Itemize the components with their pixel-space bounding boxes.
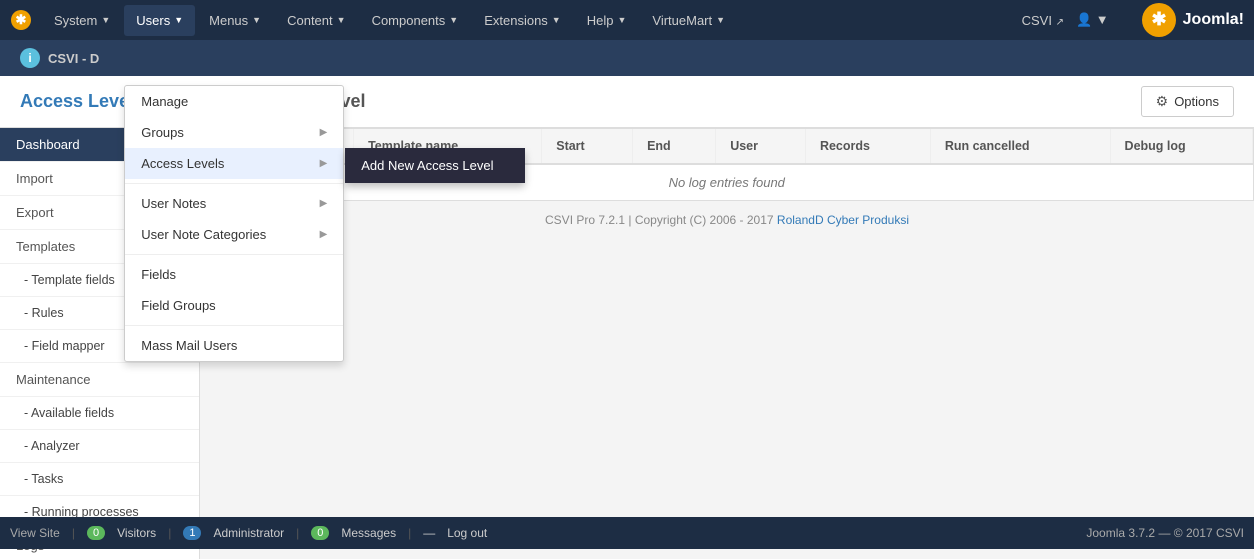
admin-badge: 1	[183, 526, 201, 540]
info-icon: i	[20, 48, 40, 68]
csvi-app-name: CSVI - D	[48, 51, 99, 66]
col-end: End	[633, 129, 716, 164]
admin-label: Administrator	[213, 526, 284, 540]
csvi-info-bar: i CSVI - D	[0, 40, 1254, 76]
csvi-link[interactable]: CSVI ↗	[1022, 13, 1064, 28]
nav-item-help[interactable]: Help ▼	[575, 5, 639, 36]
user-note-categories-arrow-icon: ▶	[320, 229, 328, 240]
nav-item-components[interactable]: Components ▼	[360, 5, 471, 36]
messages-badge: 0	[311, 526, 329, 540]
menu-item-access-levels[interactable]: Access Levels ▶ Add New Access Level	[125, 148, 343, 179]
nav-item-virtuemart[interactable]: VirtueMart ▼	[640, 5, 737, 36]
logout-link[interactable]: Log out	[447, 526, 487, 540]
col-records: Records	[805, 129, 930, 164]
extensions-caret-icon: ▼	[552, 15, 561, 25]
caret-icon: ▼	[101, 15, 110, 25]
sidebar-item-maintenance[interactable]: Maintenance	[0, 363, 199, 397]
menu-item-field-groups[interactable]: Field Groups	[125, 290, 343, 321]
nav-items: System ▼ Users ▼ Manage Groups ▶ Access	[42, 5, 1022, 36]
menu-divider-2	[125, 254, 343, 255]
col-start: Start	[542, 129, 633, 164]
nav-item-system[interactable]: System ▼	[42, 5, 122, 36]
gear-icon: ⚙	[1156, 93, 1169, 110]
logout-icon: —	[423, 526, 435, 540]
sidebar-item-available-fields[interactable]: - Available fields	[0, 397, 199, 430]
footer-sep-3: |	[296, 526, 299, 540]
brand: ✱	[10, 9, 32, 31]
svg-text:✱: ✱	[1151, 9, 1166, 29]
joomla-logo-svg: ✱	[1141, 2, 1177, 38]
col-user: User	[716, 129, 806, 164]
nav-item-extensions[interactable]: Extensions ▼	[472, 5, 573, 36]
menu-divider-1	[125, 183, 343, 184]
menu-divider-3	[125, 325, 343, 326]
groups-arrow-icon: ▶	[320, 127, 328, 138]
joomla-mini-icon: ✱	[10, 9, 32, 31]
user-notes-arrow-icon: ▶	[320, 198, 328, 209]
content-area: Action type Template name Start End User…	[200, 128, 1254, 559]
joomla-text: Joomla!	[1183, 11, 1244, 29]
nav-item-users[interactable]: Users ▼ Manage Groups ▶ Access Levels ▶	[124, 5, 195, 36]
virtuemart-caret-icon: ▼	[716, 15, 725, 25]
components-caret-icon: ▼	[449, 15, 458, 25]
submenu-item-add-new-access-level[interactable]: Add New Access Level	[345, 148, 525, 183]
footer-sep-2: |	[168, 526, 171, 540]
access-levels-submenu: Add New Access Level	[345, 148, 525, 183]
menu-item-fields[interactable]: Fields	[125, 259, 343, 290]
visitors-badge: 0	[87, 526, 105, 540]
content-footer-link[interactable]: RolandD Cyber Produksi	[777, 213, 909, 227]
nav-item-menus[interactable]: Menus ▼	[197, 5, 273, 36]
top-navbar: ✱ System ▼ Users ▼ Manage Groups ▶	[0, 0, 1254, 40]
user-icon[interactable]: 👤 ▼	[1076, 12, 1109, 28]
users-caret-icon: ▼	[174, 15, 183, 25]
svg-text:✱: ✱	[16, 12, 27, 27]
menu-item-user-notes[interactable]: User Notes ▶	[125, 188, 343, 219]
help-caret-icon: ▼	[617, 15, 626, 25]
footer-sep-1: |	[72, 526, 75, 540]
nav-item-content[interactable]: Content ▼	[275, 5, 357, 36]
navbar-right: CSVI ↗ 👤 ▼ ✱ Joomla!	[1022, 2, 1244, 38]
menu-item-manage[interactable]: Manage	[125, 86, 343, 117]
sidebar-item-analyzer[interactable]: - Analyzer	[0, 430, 199, 463]
menu-item-mass-mail-users[interactable]: Mass Mail Users	[125, 330, 343, 361]
visitors-label: Visitors	[117, 526, 156, 540]
access-levels-arrow-icon: ▶	[320, 158, 328, 169]
menus-caret-icon: ▼	[252, 15, 261, 25]
joomla-logo: ✱ Joomla!	[1141, 2, 1244, 38]
col-run-cancelled: Run cancelled	[930, 129, 1110, 164]
external-link-icon: ↗	[1056, 17, 1064, 28]
options-button[interactable]: ⚙ Options	[1141, 86, 1234, 117]
page-header-right: ⚙ Options	[1141, 86, 1234, 117]
menu-item-user-note-categories[interactable]: User Note Categories ▶	[125, 219, 343, 250]
view-site-link[interactable]: View Site	[10, 526, 60, 540]
joomla-version: Joomla 3.7.2 — © 2017 CSVI	[1086, 526, 1244, 540]
messages-label: Messages	[341, 526, 396, 540]
menu-item-groups[interactable]: Groups ▶	[125, 117, 343, 148]
footer-bar: View Site | 0 Visitors | 1 Administrator…	[0, 517, 1254, 549]
col-debug-log: Debug log	[1110, 129, 1252, 164]
footer-sep-4: |	[408, 526, 411, 540]
sidebar-item-tasks[interactable]: - Tasks	[0, 463, 199, 496]
users-dropdown-menu: Manage Groups ▶ Access Levels ▶ Add New …	[124, 85, 344, 362]
content-footer: CSVI Pro 7.2.1 | Copyright (C) 2006 - 20…	[200, 201, 1254, 239]
content-caret-icon: ▼	[337, 15, 346, 25]
